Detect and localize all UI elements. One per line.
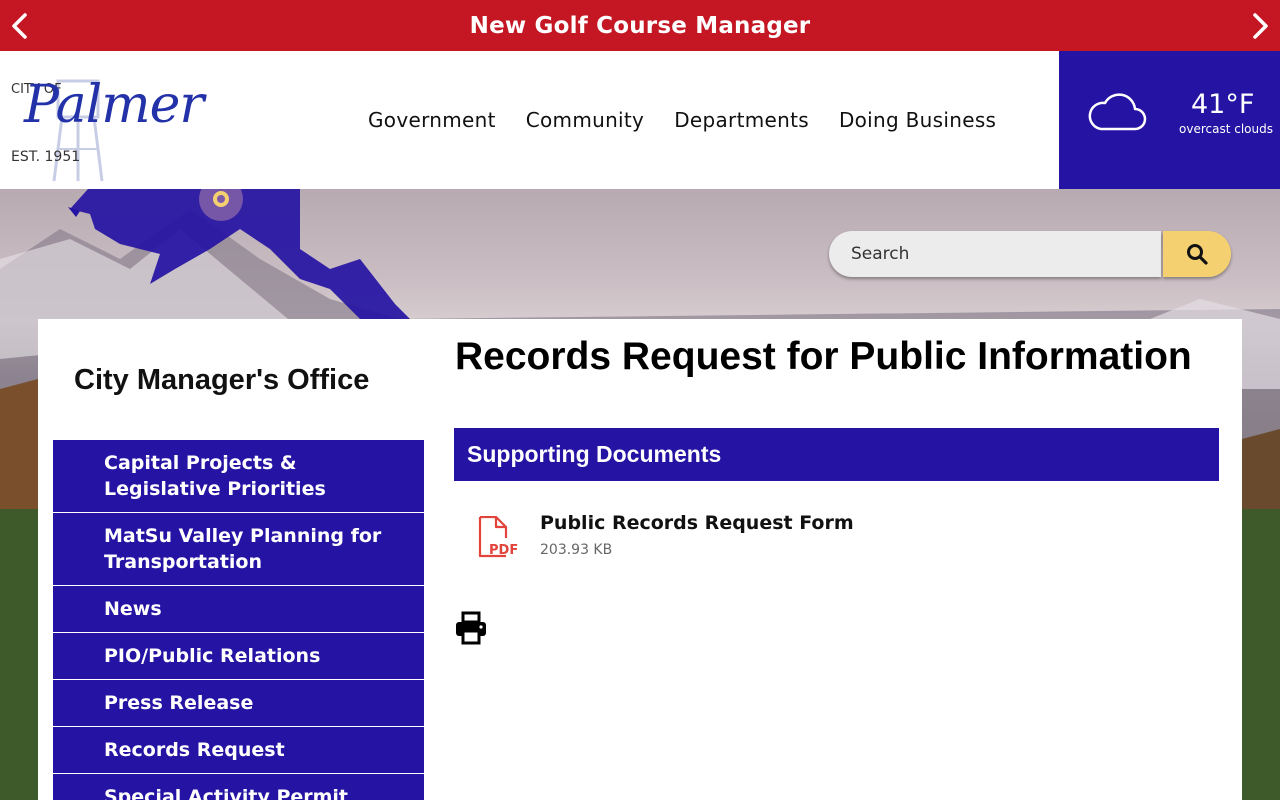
weather-temperature: 41°F: [1191, 89, 1255, 120]
logo-est: EST. 1951: [11, 149, 81, 165]
document-link[interactable]: Public Records Request Form: [540, 512, 854, 534]
alert-bar: New Golf Course Manager: [0, 0, 1280, 51]
weather-condition: overcast clouds: [1179, 122, 1273, 136]
document-item: PDF Public Records Request Form 203.93 K…: [476, 512, 976, 562]
chevron-right-icon: [1253, 12, 1268, 39]
pdf-icon[interactable]: PDF: [476, 516, 520, 558]
sidebar-item-label: Special Activity Permit: [104, 786, 349, 800]
main-nav: Government Community Departments Doing B…: [353, 51, 1011, 189]
search-input[interactable]: [829, 231, 1161, 277]
site-header: CITY OF Palmer EST. 1951 Government Comm…: [0, 51, 1280, 189]
sidebar-nav: Capital Projects & Legislative Prioritie…: [53, 440, 424, 800]
weather-widget: 41°F overcast clouds: [1059, 51, 1280, 189]
alert-link[interactable]: New Golf Course Manager: [470, 13, 811, 39]
sidebar-title: City Manager's Office: [74, 364, 370, 396]
logo-wordmark: Palmer: [24, 75, 204, 135]
sidebar-item-news[interactable]: News: [53, 586, 424, 633]
search-bar: [829, 231, 1231, 277]
page-title: Records Request for Public Information: [455, 335, 1192, 378]
document-size: 203.93 KB: [540, 542, 613, 558]
alert-prev-button[interactable]: [0, 0, 40, 51]
supporting-documents-label: Supporting Documents: [467, 441, 722, 467]
nav-departments[interactable]: Departments: [659, 108, 824, 132]
alert-next-button[interactable]: [1240, 0, 1280, 51]
sidebar-item-pio[interactable]: PIO/Public Relations: [53, 633, 424, 680]
print-icon[interactable]: [454, 611, 488, 645]
sidebar-item-label: MatSu Valley Planning for Transportation: [104, 525, 382, 573]
sidebar-item-matsu-planning[interactable]: MatSu Valley Planning for Transportation: [53, 513, 424, 586]
sidebar-item-press-release[interactable]: Press Release: [53, 680, 424, 727]
sidebar-item-label: Capital Projects & Legislative Prioritie…: [104, 452, 326, 500]
nav-doing-business[interactable]: Doing Business: [824, 108, 1011, 132]
pdf-icon-label: PDF: [489, 543, 518, 558]
nav-government[interactable]: Government: [353, 108, 511, 132]
content-card: City Manager's Office Capital Projects &…: [38, 319, 1242, 800]
sidebar-item-label: PIO/Public Relations: [104, 645, 321, 667]
search-button[interactable]: [1163, 231, 1231, 277]
sidebar-item-capital-projects[interactable]: Capital Projects & Legislative Prioritie…: [53, 440, 424, 513]
sidebar-item-label: Records Request: [104, 739, 285, 761]
sidebar-item-special-activity-permit[interactable]: Special Activity Permit: [53, 774, 424, 800]
supporting-documents-heading: Supporting Documents: [454, 428, 1219, 481]
search-icon: [1187, 244, 1208, 265]
nav-community[interactable]: Community: [511, 108, 659, 132]
sidebar-item-label: Press Release: [104, 692, 254, 714]
city-logo[interactable]: CITY OF Palmer EST. 1951: [0, 51, 220, 189]
cloud-icon: [1088, 93, 1147, 131]
chevron-left-icon: [12, 12, 27, 39]
sidebar-item-records-request[interactable]: Records Request: [53, 727, 424, 774]
sidebar-item-label: News: [104, 598, 162, 620]
